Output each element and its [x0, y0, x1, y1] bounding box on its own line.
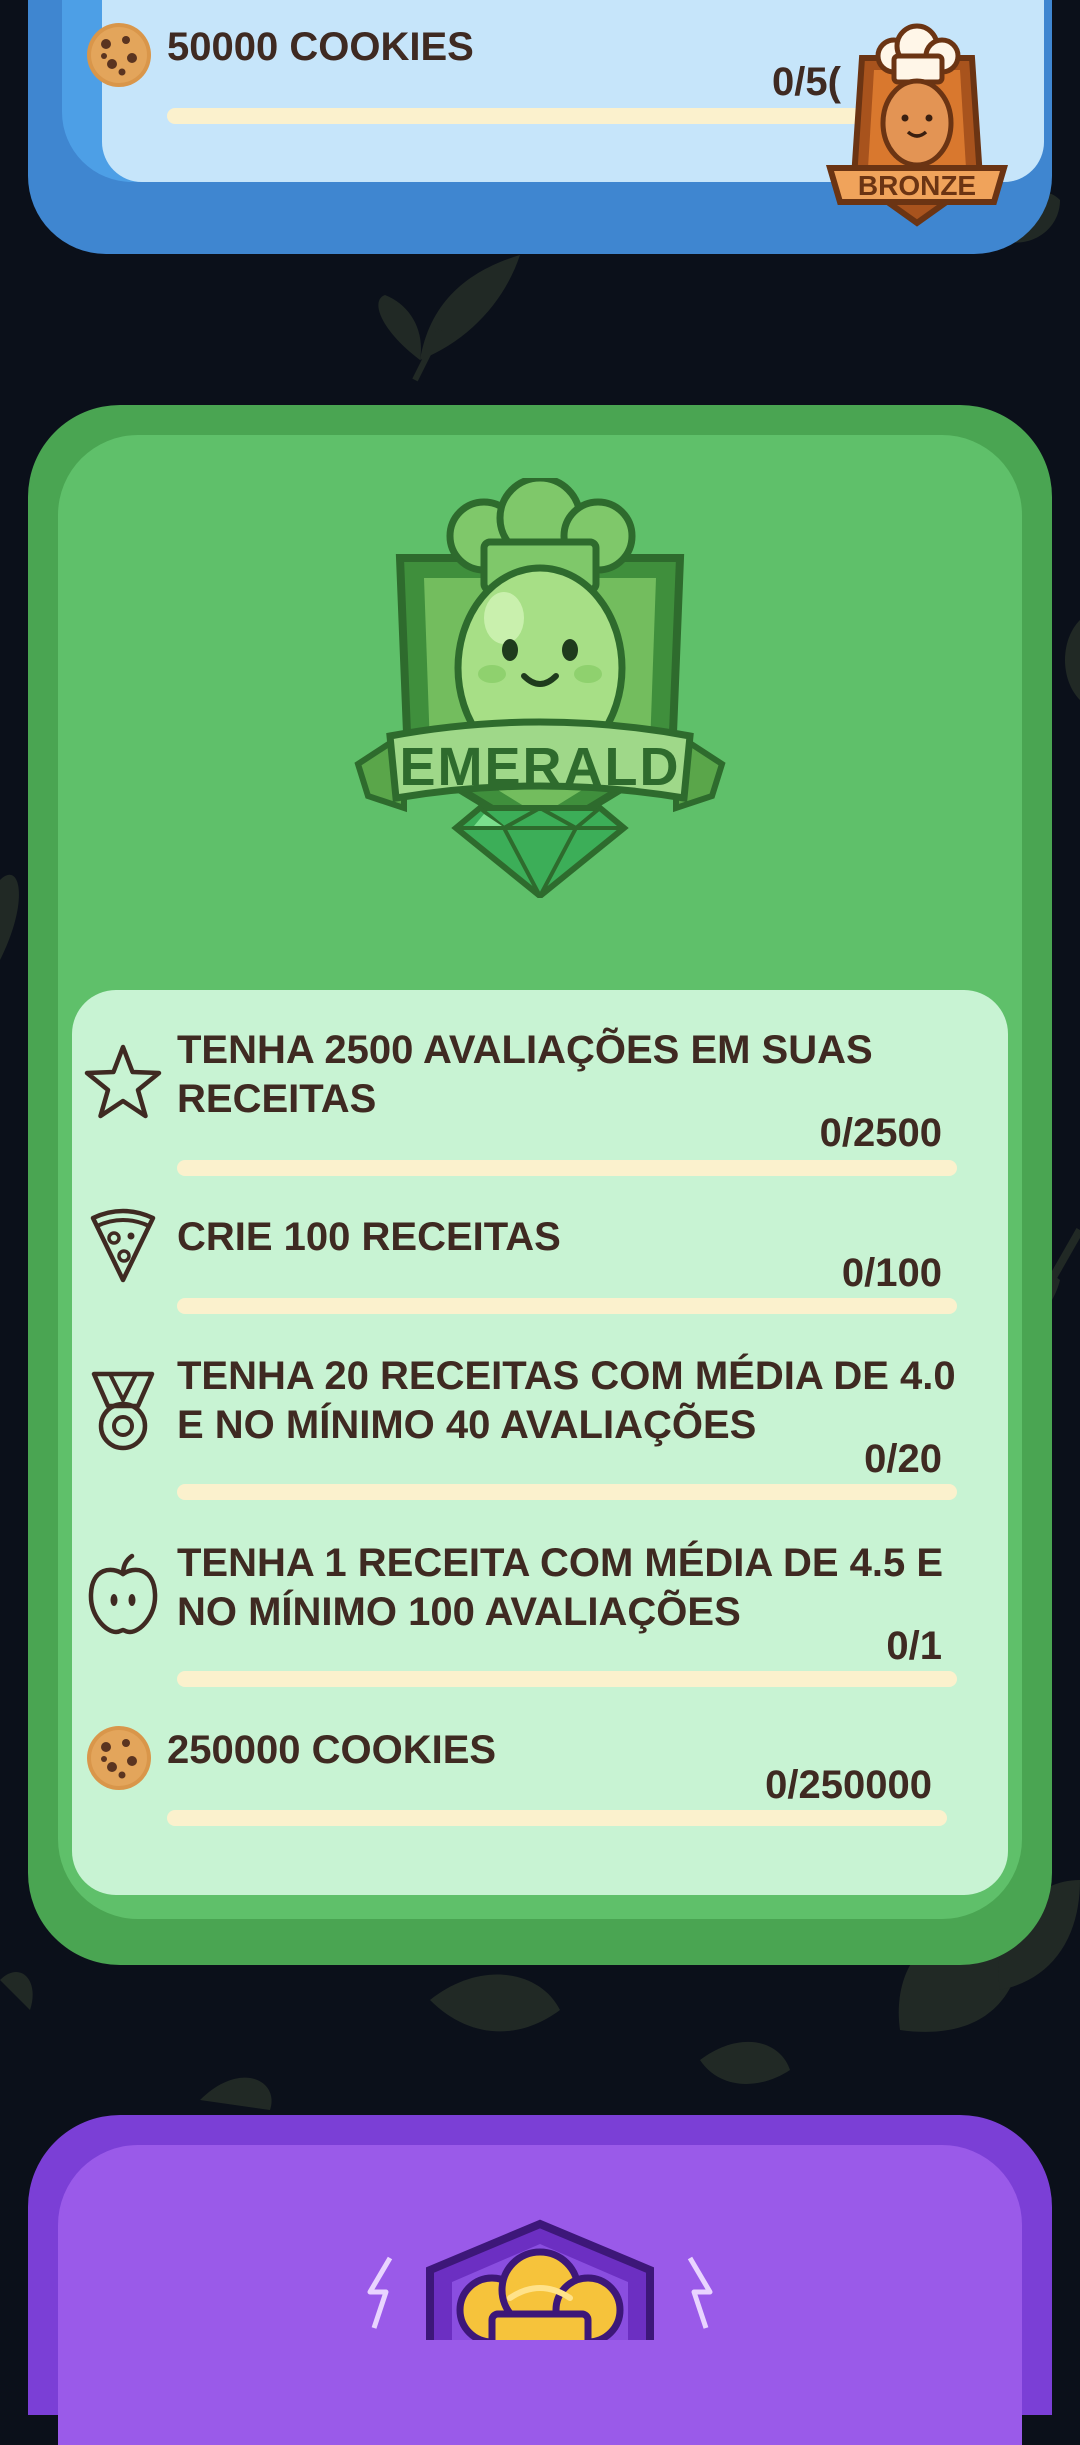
achievement-progress-text: 0/1	[886, 1624, 942, 1668]
achievement-title-line2: RECEITAS	[177, 1077, 377, 1121]
next-tier-badge	[367, 2219, 713, 2340]
achievement-progress-text: 0/2500	[819, 1111, 942, 1155]
achievement-title-line2: NO MÍNIMO 100 AVALIAÇÕES	[177, 1590, 741, 1634]
apple-icon	[88, 1553, 158, 1635]
emerald-badge: EMERALD	[354, 478, 726, 898]
achievement-progress-text: 0/250000	[765, 1763, 932, 1807]
cookie-icon	[87, 1726, 151, 1790]
achievement-progress-bar	[177, 1671, 957, 1687]
achievement-title: 50000 COOKIES	[167, 25, 474, 69]
medal-icon	[91, 1371, 155, 1451]
achievement-progress-bar	[167, 108, 867, 124]
achievement-title: TENHA 1 RECEITA COM MÉDIA DE 4.5 E	[177, 1541, 944, 1585]
emerald-badge-label: EMERALD	[400, 737, 681, 797]
bronze-badge-label: BRONZE	[858, 170, 976, 201]
achievement-progress-text: 0/100	[841, 1251, 942, 1295]
achievement-progress-bar	[177, 1160, 957, 1176]
achievement-progress-bar	[177, 1298, 957, 1314]
achievement-title: TENHA 20 RECEITAS COM MÉDIA DE 4.0	[177, 1354, 956, 1398]
star-icon	[84, 1044, 162, 1119]
achievement-progress-bar	[167, 1810, 947, 1826]
bronze-badge: BRONZE	[825, 23, 1009, 227]
cookie-icon	[87, 23, 151, 87]
pizza-slice-icon	[90, 1208, 156, 1283]
achievement-progress-bar	[177, 1484, 957, 1500]
achievement-title: 250000 COOKIES	[167, 1728, 497, 1772]
achievement-title: TENHA 2500 AVALIAÇÕES EM SUAS	[177, 1028, 873, 1072]
achievement-progress-text: 0/20	[864, 1437, 942, 1481]
achievement-title: CRIE 100 RECEITAS	[177, 1215, 561, 1259]
